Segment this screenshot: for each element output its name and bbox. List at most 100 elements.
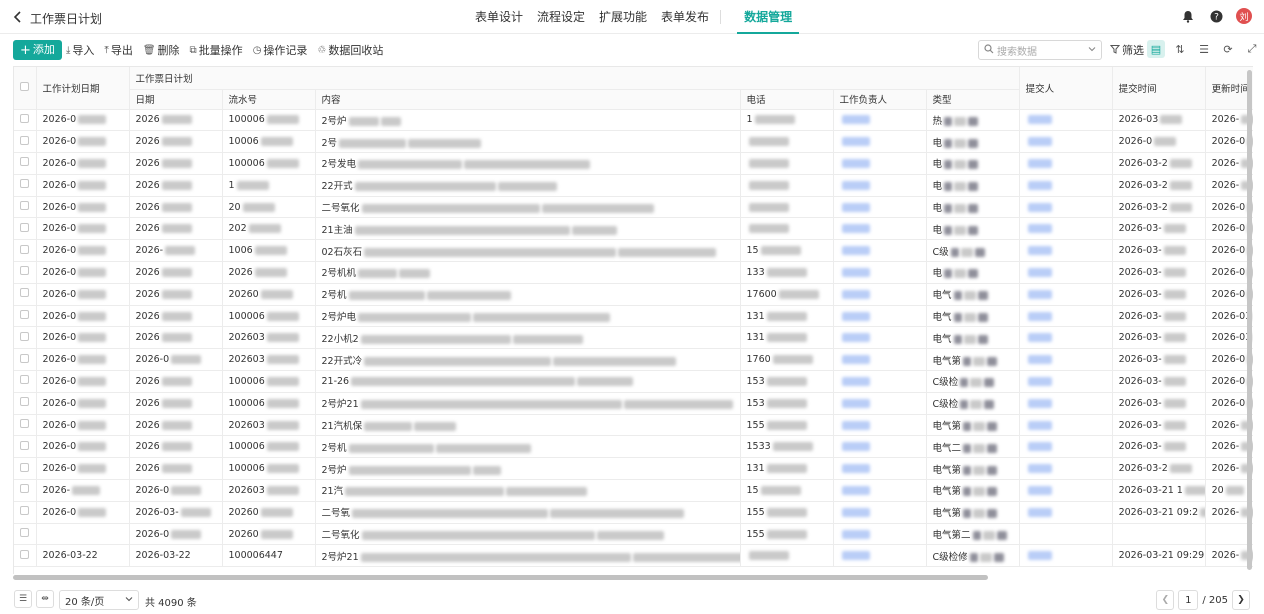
row-checkbox[interactable] xyxy=(20,484,30,494)
select-all-checkbox[interactable] xyxy=(20,81,30,91)
table-row[interactable]: 2026-0 2026 20260 2号机 17600 电气 2026-03- 2026-0 xyxy=(14,283,1253,306)
row-checkbox[interactable] xyxy=(20,528,30,538)
cell-submitter[interactable] xyxy=(1019,348,1113,372)
export-button[interactable]: ⤒ 导出 xyxy=(104,42,132,58)
row-select-cell[interactable] xyxy=(14,414,37,437)
table-row[interactable]: 2026-0 2026-0 202603 22开式冷 1760 电气第 2026-03- 20… xyxy=(14,348,1253,372)
col-date[interactable]: 日期 xyxy=(129,89,223,110)
row-checkbox[interactable] xyxy=(20,310,30,320)
row-select-cell[interactable] xyxy=(14,217,37,241)
add-button[interactable]: + 添加 xyxy=(13,40,62,60)
row-checkbox[interactable] xyxy=(20,397,30,407)
row-select-cell[interactable] xyxy=(14,261,37,284)
row-checkbox[interactable] xyxy=(20,222,30,232)
cell-submitter[interactable] xyxy=(1019,196,1113,219)
col-owner[interactable]: 工作负责人 xyxy=(833,89,927,110)
import-button[interactable]: ⤓ 导入 xyxy=(66,42,94,58)
cell-submitter[interactable] xyxy=(1019,501,1113,524)
table-row[interactable]: 2026- 2026-0 202603 21汽 15 电气第 2026-03-21 1 20 xyxy=(14,479,1253,502)
cell-submitter[interactable] xyxy=(1019,479,1113,502)
row-checkbox[interactable] xyxy=(20,113,30,123)
row-checkbox[interactable] xyxy=(20,440,30,450)
row-checkbox[interactable] xyxy=(20,506,30,516)
page-size-select[interactable]: 20 条/页 xyxy=(59,590,139,610)
table-row[interactable]: 2026-0 2026 100006 2号机 1533 电气二 2026-03- 2026- xyxy=(14,435,1253,459)
row-select-cell[interactable] xyxy=(14,305,37,328)
row-checkbox[interactable] xyxy=(20,266,30,276)
cell-submitter[interactable] xyxy=(1019,435,1113,459)
row-select-cell[interactable] xyxy=(14,326,37,350)
table-row[interactable]: 2026-0 2026 100006 21-26 153 C级检 2026-03- 2026-… xyxy=(14,370,1253,393)
row-checkbox[interactable] xyxy=(20,549,30,559)
log-button[interactable]: ◷ 操作记录 xyxy=(253,42,308,58)
row-select-cell[interactable] xyxy=(14,544,37,568)
cell-submitter[interactable] xyxy=(1019,109,1113,132)
row-select-cell[interactable] xyxy=(14,109,37,132)
density-icon[interactable]: ☰ xyxy=(14,590,32,608)
table-row[interactable]: 2026-0 2026 100006 2号炉21 153 C级检 2026-03- 2026-… xyxy=(14,392,1253,415)
table-row[interactable]: 2026-0 2026 100006 2号炉电 131 电气 2026-03- 2026-03 xyxy=(14,305,1253,328)
row-select-cell[interactable] xyxy=(14,370,37,393)
row-checkbox[interactable] xyxy=(20,288,30,298)
nav-publish[interactable]: 表单发布 xyxy=(654,0,716,34)
nav-data-management[interactable]: 数据管理 xyxy=(737,0,800,34)
nav-form-design[interactable]: 表单设计 xyxy=(468,0,530,34)
row-select-cell[interactable] xyxy=(14,239,37,263)
cell-submitter[interactable] xyxy=(1019,130,1113,154)
table-row[interactable]: 2026-0 2026 1 22开式 电 2026-03-2 2026- xyxy=(14,174,1253,197)
table-row[interactable]: 2026-0 2026 10006 2号 电 2026-0 2026-0 xyxy=(14,130,1253,154)
table-row[interactable]: 2026-0 2026 20 二号氧化 电 2026-03-2 2026-0 xyxy=(14,196,1253,219)
row-checkbox[interactable] xyxy=(20,157,30,167)
cell-submitter[interactable] xyxy=(1019,152,1113,175)
back-arrow-icon[interactable] xyxy=(10,9,26,25)
bell-icon[interactable] xyxy=(1180,8,1196,24)
table-row[interactable]: 2026-0 2026 100006 2号炉 131 电气第 2026-03-2 2026- xyxy=(14,457,1253,481)
table-row[interactable]: 2026-0 2026-03- 20260 二号氧 155 电气第 2026-03-21 0… xyxy=(14,501,1253,524)
row-select-cell[interactable] xyxy=(14,152,37,175)
row-checkbox[interactable] xyxy=(20,201,30,211)
nav-extensions[interactable]: 扩展功能 xyxy=(592,0,654,34)
col-update-time[interactable]: 更新时间 xyxy=(1205,67,1253,110)
cell-submitter[interactable] xyxy=(1019,457,1113,481)
table-row[interactable]: 2026-0 2026 202603 21汽机保 155 电气第 2026-03- 2026- xyxy=(14,414,1253,437)
col-serial[interactable]: 流水号 xyxy=(222,89,316,110)
cell-submitter[interactable] xyxy=(1019,305,1113,328)
recycle-button[interactable]: ♲ 数据回收站 xyxy=(317,42,383,58)
row-checkbox[interactable] xyxy=(20,135,30,145)
row-select-cell[interactable] xyxy=(14,457,37,481)
row-select-cell[interactable] xyxy=(14,283,37,306)
table-row[interactable]: 2026-0 2026 100006 2号炉 1 热 2026-03 2026- xyxy=(14,109,1253,132)
col-phone[interactable]: 电话 xyxy=(740,89,834,110)
cell-submitter[interactable] xyxy=(1019,523,1113,546)
row-select-cell[interactable] xyxy=(14,523,37,546)
col-submit-time[interactable]: 提交时间 xyxy=(1112,67,1206,110)
cell-submitter[interactable] xyxy=(1019,239,1113,263)
select-all-cell[interactable] xyxy=(14,67,37,110)
row-select-cell[interactable] xyxy=(14,130,37,154)
nav-process[interactable]: 流程设定 xyxy=(530,0,592,34)
table-row[interactable]: 2026-0 2026- 1006 02石灰石 15 C级 2026-03- 2026-0 xyxy=(14,239,1253,263)
cell-submitter[interactable] xyxy=(1019,544,1113,568)
batch-button[interactable]: ⧉ 批量操作 xyxy=(190,42,243,58)
table-row[interactable]: 2026-0 2026 100006 2号发电 电 2026-03-2 2026- xyxy=(14,152,1253,175)
cell-submitter[interactable] xyxy=(1019,261,1113,284)
fullscreen-icon[interactable]: ⤢ xyxy=(1243,40,1261,58)
help-icon[interactable]: ? xyxy=(1208,8,1224,24)
table-row[interactable]: 2026-0 2026 202 21主油 电 2026-03- 2026-0 xyxy=(14,217,1253,241)
row-select-cell[interactable] xyxy=(14,435,37,459)
table-row[interactable]: 2026-03-22 2026-03-22 100006447 2号炉21 C级检修 20… xyxy=(14,544,1253,568)
row-checkbox[interactable] xyxy=(20,375,30,385)
delete-button[interactable]: 🗑 删除 xyxy=(143,42,180,58)
row-select-cell[interactable] xyxy=(14,479,37,502)
row-select-cell[interactable] xyxy=(14,348,37,372)
filter-button[interactable]: 筛选 xyxy=(1109,42,1144,58)
sort-icon[interactable]: ⇅ xyxy=(1171,40,1189,58)
row-select-cell[interactable] xyxy=(14,196,37,219)
col-submitter[interactable]: 提交人 xyxy=(1019,67,1113,110)
row-checkbox[interactable] xyxy=(20,244,30,254)
cell-submitter[interactable] xyxy=(1019,370,1113,393)
cell-submitter[interactable] xyxy=(1019,326,1113,350)
row-checkbox[interactable] xyxy=(20,419,30,429)
col-type[interactable]: 类型 xyxy=(926,89,1020,110)
row-checkbox[interactable] xyxy=(20,353,30,363)
